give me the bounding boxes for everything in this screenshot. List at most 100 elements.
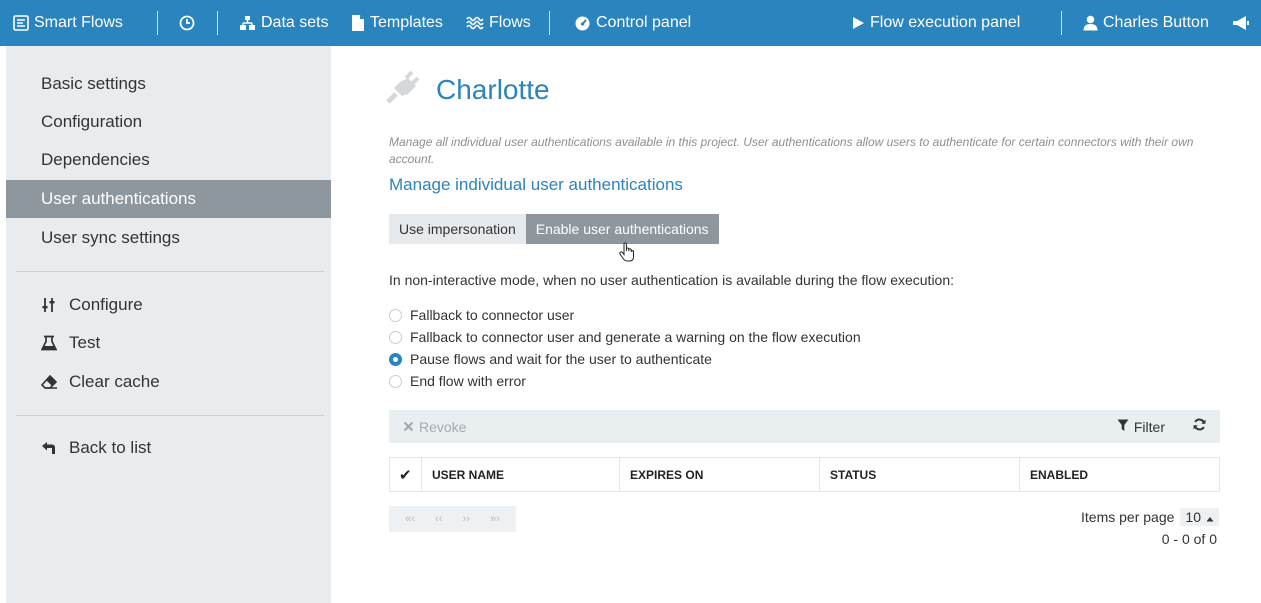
nav-data-sets[interactable]: Data sets <box>239 0 329 46</box>
nav-label: Templates <box>370 14 443 31</box>
back-to-list-label: Back to list <box>69 438 152 457</box>
sidebar-item-label: User sync settings <box>41 228 180 247</box>
sidebar-item-user-authentications[interactable]: User authentications <box>6 180 331 218</box>
column-header-expires-on[interactable]: EXPIRES ON <box>620 458 820 491</box>
option-end-flow-with-error[interactable]: End flow with error <box>389 370 861 392</box>
user-icon <box>1083 15 1098 31</box>
configure-button[interactable]: Configure <box>6 286 331 324</box>
nav-flows[interactable]: Flows <box>466 0 531 46</box>
clear-cache-label: Clear cache <box>69 372 160 391</box>
brand-link[interactable]: Smart Flows <box>13 0 123 46</box>
workflow-icon <box>13 15 29 31</box>
pager-buttons: «‹ ‹‹ ›› »› <box>389 506 516 532</box>
sidebar-divider <box>16 271 324 272</box>
close-icon <box>403 419 414 435</box>
brand-label: Smart Flows <box>34 14 123 31</box>
nav-label: Data sets <box>261 14 329 31</box>
refresh-icon <box>1193 418 1206 436</box>
revoke-button[interactable]: Revoke <box>403 410 466 443</box>
gauge-icon <box>574 15 591 31</box>
flow-execution-panel-button[interactable]: Flow execution panel <box>851 0 1020 46</box>
first-page-button[interactable]: «‹ <box>405 513 415 525</box>
filter-button[interactable]: Filter <box>1117 410 1165 443</box>
option-fallback-connector-user[interactable]: Fallback to connector user <box>389 304 861 326</box>
separator <box>549 11 550 35</box>
plug-icon <box>384 68 422 111</box>
revoke-label: Revoke <box>419 418 467 435</box>
refresh-button[interactable] <box>1193 410 1206 443</box>
column-header-user-name[interactable]: USER NAME <box>422 458 620 491</box>
fallback-options: Fallback to connector user Fallback to c… <box>389 304 861 392</box>
last-page-button[interactable]: »› <box>490 513 500 525</box>
non-interactive-mode-text: In non-interactive mode, when no user au… <box>389 272 955 288</box>
nav-control-panel[interactable]: Control panel <box>574 0 691 46</box>
configure-label: Configure <box>69 295 143 314</box>
back-to-list-button[interactable]: Back to list <box>6 429 331 467</box>
sidebar-item-basic-settings[interactable]: Basic settings <box>6 65 331 103</box>
option-label: Fallback to connector user and generate … <box>410 329 861 345</box>
sidebar-item-label: Configuration <box>41 112 143 131</box>
column-header-enabled[interactable]: ENABLED <box>1020 458 1219 491</box>
separator <box>1061 11 1062 35</box>
project-name: Charlotte <box>436 73 550 105</box>
sidebar-item-dependencies[interactable]: Dependencies <box>6 141 331 179</box>
authentication-mode-toggle: Use impersonation Enable user authentica… <box>389 214 719 244</box>
test-button[interactable]: Test <box>6 324 331 362</box>
history-button[interactable] <box>179 0 195 46</box>
manage-user-authentications-link[interactable]: Manage individual user authentications <box>389 175 683 195</box>
radio-button-checked[interactable] <box>389 352 402 366</box>
grid-header: ✔ USER NAME EXPIRES ON STATUS ENABLED <box>389 457 1220 492</box>
filter-label: Filter <box>1133 418 1165 435</box>
radio-button[interactable] <box>389 308 402 322</box>
select-all-checkbox[interactable]: ✔ <box>390 458 422 491</box>
items-per-page-select[interactable]: 10 <box>1180 508 1219 526</box>
caret-up-icon <box>1206 509 1214 525</box>
filter-icon <box>1117 419 1129 435</box>
pager-range: 0 - 0 of 0 <box>1161 531 1217 547</box>
sidebar-item-label: Basic settings <box>41 74 146 93</box>
user-name: Charles Button <box>1103 14 1209 31</box>
user-menu[interactable]: Charles Button <box>1083 0 1209 46</box>
nav-label: Flows <box>489 14 531 31</box>
sidebar-item-configuration[interactable]: Configuration <box>6 103 331 141</box>
clock-icon <box>179 15 195 31</box>
option-label: Pause flows and wait for the user to aut… <box>410 351 712 367</box>
play-icon <box>851 16 865 30</box>
previous-page-button[interactable]: ‹‹ <box>435 513 442 525</box>
items-per-page-label: Items per page <box>1081 509 1175 525</box>
option-label: Fallback to connector user <box>410 307 575 323</box>
radio-button[interactable] <box>389 330 402 344</box>
wave-icon <box>466 15 484 31</box>
sidebar: Basic settings Configuration Dependencie… <box>6 46 331 603</box>
bullhorn-icon <box>1232 15 1250 31</box>
sidebar-item-user-sync-settings[interactable]: User sync settings <box>6 219 331 257</box>
use-impersonation-button[interactable]: Use impersonation <box>389 214 526 244</box>
hand-cursor-icon <box>619 242 635 267</box>
page-description: Manage all individual user authenticatio… <box>389 135 1194 166</box>
sidebar-item-label: User authentications <box>41 189 196 208</box>
announcements-button[interactable] <box>1232 0 1250 46</box>
grid-toolbar: Revoke Filter <box>389 410 1220 443</box>
option-pause-flows[interactable]: Pause flows and wait for the user to aut… <box>389 348 861 370</box>
items-per-page: Items per page 10 <box>1081 508 1219 526</box>
nav-templates[interactable]: Templates <box>351 0 443 46</box>
flask-icon <box>41 335 63 351</box>
sliders-icon <box>41 297 63 313</box>
separator <box>217 11 218 35</box>
clear-cache-button[interactable]: Clear cache <box>6 363 331 401</box>
top-navigation-bar: Smart Flows Data sets Templates Flows Co… <box>0 0 1261 46</box>
back-arrow-icon <box>41 440 63 456</box>
sidebar-item-label: Dependencies <box>41 150 150 169</box>
radio-button[interactable] <box>389 374 402 388</box>
enable-user-authentications-button[interactable]: Enable user authentications <box>525 214 719 244</box>
page-title: Charlotte <box>384 68 550 111</box>
option-fallback-with-warning[interactable]: Fallback to connector user and generate … <box>389 326 861 348</box>
eraser-icon <box>41 374 63 390</box>
sidebar-divider <box>16 415 324 416</box>
sitemap-icon <box>239 15 256 31</box>
test-label: Test <box>69 333 101 352</box>
main-content: Charlotte Manage all individual user aut… <box>331 46 1261 603</box>
option-label: End flow with error <box>410 373 526 389</box>
next-page-button[interactable]: ›› <box>463 513 470 525</box>
column-header-status[interactable]: STATUS <box>820 458 1020 491</box>
